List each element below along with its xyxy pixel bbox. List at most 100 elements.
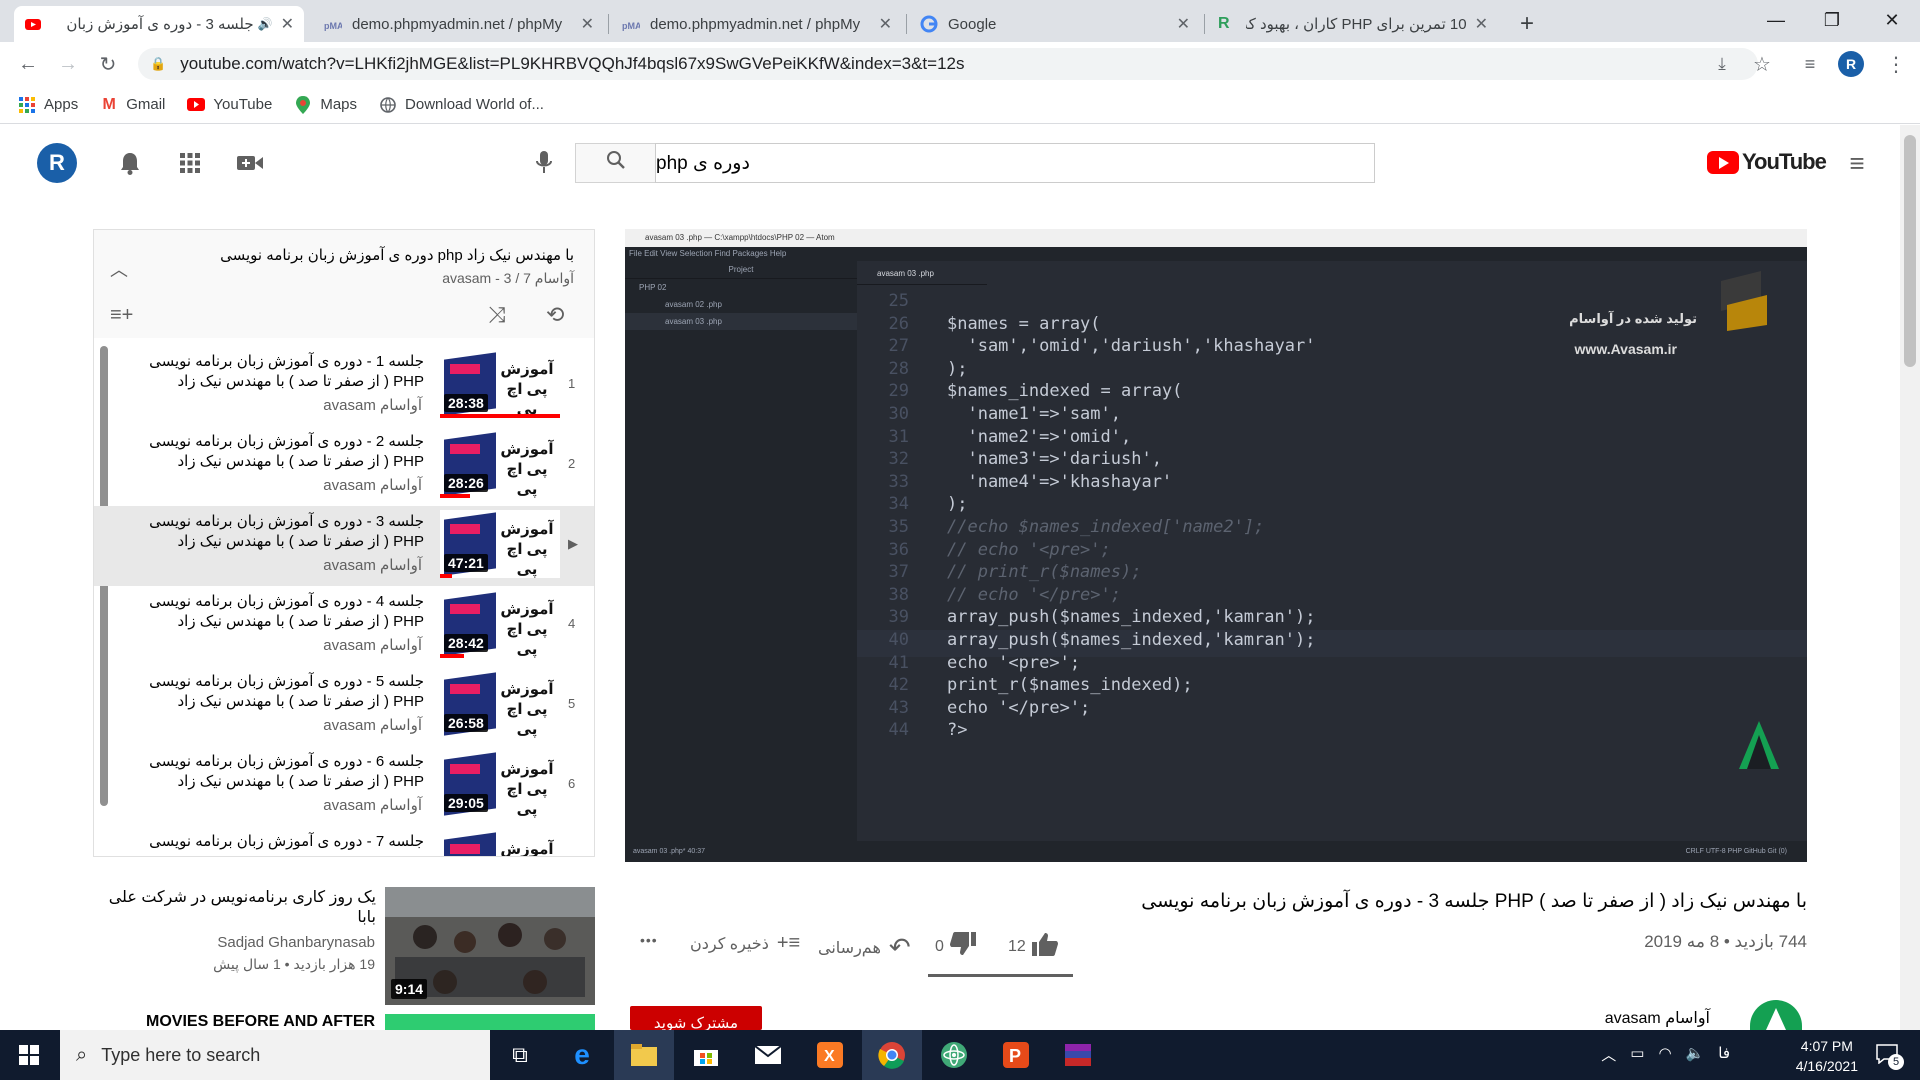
- windows-start-icon[interactable]: [0, 1030, 58, 1080]
- apps-grid-icon[interactable]: [174, 147, 206, 179]
- bookmark-download-world[interactable]: Download World of...: [379, 96, 544, 114]
- task-view-icon[interactable]: ⧉: [490, 1030, 550, 1080]
- playlist-thumbnail[interactable]: آموزش: [440, 830, 560, 856]
- thumbnail-text: آموزش پی اچ پی: [500, 361, 554, 418]
- playlist-item[interactable]: 7 آموزش جلسه 7 - دوره ی آموزش زبان برنامه …: [94, 826, 594, 857]
- install-app-icon[interactable]: ⤓: [1708, 50, 1736, 78]
- recommendation-title[interactable]: MOVIES BEFORE AND AFTER: [146, 1013, 375, 1031]
- share-button[interactable]: ↶ هم‌رسانی: [818, 932, 911, 963]
- line-text: // print_r($names);: [947, 562, 1142, 583]
- battery-icon[interactable]: ▭: [1630, 1044, 1644, 1065]
- atom-editor-icon[interactable]: [924, 1030, 984, 1080]
- playlist-item[interactable]: ▶ آموزش پی اچ پی 47:21 جلسه 3 - دوره ی آموز…: [94, 506, 594, 586]
- playlist-item[interactable]: 6 آموزش پی اچ پی 29:05 جلسه 6 - دوره ی آموز…: [94, 746, 594, 826]
- playlist-item[interactable]: 2 آموزش پی اچ پی 28:26 جلسه 2 - دوره ی آموز…: [94, 426, 594, 506]
- playlist-thumbnail[interactable]: آموزش پی اچ پی 28:42: [440, 590, 560, 658]
- page-scrollbar[interactable]: [1900, 125, 1920, 1030]
- bookmark-gmail[interactable]: M Gmail: [100, 96, 166, 114]
- close-tab-icon[interactable]: ✕: [1177, 14, 1190, 34]
- playlist-item-index: 2: [568, 456, 576, 471]
- save-playlist-icon: ≡+: [776, 932, 801, 954]
- playlist-thumbnail[interactable]: آموزش پی اچ پی 26:58: [440, 670, 560, 738]
- notifications-icon[interactable]: 5: [1876, 1044, 1904, 1070]
- taskbar-clock[interactable]: 4:07 PM 4/16/2021: [1796, 1036, 1858, 1076]
- video-player[interactable]: avasam 03 .php — C:\xampp\htdocs\PHP 02 …: [625, 229, 1807, 862]
- recommendation-title[interactable]: یک روز کاری برنامه‌نویس در شرکت علی بابا: [100, 888, 376, 928]
- line-text: 'name4'=>'khashayar': [947, 471, 1173, 492]
- playlist-thumbnail[interactable]: آموزش پی اچ پی 28:26: [440, 430, 560, 498]
- avatar[interactable]: R: [37, 143, 77, 183]
- recommendation-channel[interactable]: Sadjad Ghanbarynasab: [217, 934, 375, 951]
- playlist-item-channel: آواسام avasam: [323, 637, 422, 654]
- new-tab-button[interactable]: +: [1510, 6, 1550, 42]
- edge-icon[interactable]: e: [552, 1030, 612, 1080]
- microsoft-store-icon[interactable]: [676, 1030, 736, 1080]
- more-actions-button[interactable]: •••: [640, 932, 658, 948]
- winrar-icon[interactable]: [1048, 1030, 1108, 1080]
- browser-tab-phpmyadmin-1[interactable]: pMA demo.phpmyadmin.net / phpMy ✕: [314, 6, 604, 42]
- language-indicator[interactable]: فا: [1718, 1044, 1730, 1065]
- close-tab-icon[interactable]: ✕: [1475, 14, 1488, 34]
- shuffle-icon[interactable]: ⤨: [488, 302, 506, 328]
- profile-avatar[interactable]: R: [1838, 51, 1864, 77]
- file-explorer-icon[interactable]: [614, 1030, 674, 1080]
- playlist-thumbnail[interactable]: آموزش پی اچ پی 29:05: [440, 750, 560, 818]
- channel-name[interactable]: آواسام avasam: [1605, 1008, 1710, 1028]
- like-button[interactable]: 12: [1008, 932, 1058, 961]
- close-tab-icon[interactable]: ✕: [581, 14, 594, 34]
- bookmark-youtube[interactable]: YouTube: [187, 96, 272, 114]
- browser-tab-youtube[interactable]: جلسه 3 - دوره ی آموزش زبان 🔊 ✕: [14, 6, 304, 42]
- chevron-up-icon[interactable]: ︿: [1601, 1044, 1616, 1065]
- mail-icon[interactable]: [738, 1030, 798, 1080]
- minimize-icon[interactable]: —: [1748, 0, 1804, 40]
- phpstorm-icon[interactable]: P: [986, 1030, 1046, 1080]
- microphone-icon[interactable]: [528, 147, 560, 179]
- create-video-icon[interactable]: [234, 147, 266, 179]
- browser-tab-phpmyadmin-2[interactable]: pMA demo.phpmyadmin.net / phpMy ✕: [612, 6, 902, 42]
- bookmark-maps[interactable]: Maps: [294, 95, 357, 114]
- forward-icon[interactable]: →: [54, 50, 82, 78]
- youtube-icon: [187, 96, 206, 114]
- back-icon[interactable]: ←: [14, 50, 42, 78]
- chrome-icon[interactable]: [862, 1030, 922, 1080]
- bookmark-apps[interactable]: Apps: [18, 96, 78, 114]
- close-tab-icon[interactable]: ✕: [281, 14, 294, 34]
- browser-tab-google[interactable]: Google ✕: [910, 6, 1200, 42]
- subscribe-button[interactable]: مشترک شوید: [630, 1006, 762, 1032]
- dislike-button[interactable]: 0: [935, 932, 976, 961]
- save-button[interactable]: ≡+ ذخیره کردن: [690, 932, 800, 955]
- search-input[interactable]: دوره ی php: [655, 143, 1375, 183]
- chrome-menu-icon[interactable]: ⋮: [1882, 50, 1910, 78]
- bookmark-star-icon[interactable]: ☆: [1748, 50, 1776, 78]
- xampp-icon[interactable]: X: [800, 1030, 860, 1080]
- scrollbar-thumb[interactable]: [1904, 135, 1916, 367]
- playlist-thumbnail[interactable]: آموزش پی اچ پی 47:21: [440, 510, 560, 578]
- volume-icon[interactable]: 🔈: [1686, 1044, 1705, 1065]
- close-window-icon[interactable]: ✕: [1864, 0, 1920, 40]
- hamburger-menu-icon[interactable]: ≡: [1841, 147, 1873, 179]
- search-button[interactable]: [575, 143, 656, 183]
- address-bar[interactable]: 🔒 youtube.com/watch?v=LHKfi2jhMGE&list=P…: [138, 48, 1758, 80]
- media-control-icon[interactable]: ≡: [1796, 50, 1824, 78]
- loop-icon[interactable]: ⟲: [546, 302, 564, 328]
- recommendation-thumbnail[interactable]: 9:14: [385, 887, 595, 1005]
- close-tab-icon[interactable]: ✕: [879, 14, 892, 34]
- browser-tab-php-tips[interactable]: R 10 تمرین برای PHP کاران ، بهبود کد ✕: [1208, 6, 1498, 42]
- notifications-bell-icon[interactable]: [114, 147, 146, 179]
- taskbar-search[interactable]: ⌕ Type here to search: [60, 1030, 490, 1080]
- video-frame-menu: File Edit View Selection Find Packages H…: [625, 247, 1807, 261]
- speaker-icon[interactable]: 🔊: [258, 17, 273, 31]
- playlist-subtitle: آواسام avasam - 3 / 7: [442, 270, 574, 286]
- playlist-thumbnail[interactable]: آموزش پی اچ پی 28:38: [440, 350, 560, 418]
- playlist-item[interactable]: 1 آموزش پی اچ پی 28:38 جلسه 1 - دوره ی آموز…: [94, 346, 594, 426]
- wifi-icon[interactable]: ◠: [1658, 1044, 1671, 1065]
- maximize-icon[interactable]: ❐: [1804, 0, 1860, 40]
- youtube-logo[interactable]: YouTube: [1707, 149, 1827, 175]
- reload-icon[interactable]: ↻: [94, 50, 122, 78]
- add-to-queue-icon[interactable]: ≡+: [110, 304, 133, 327]
- collapse-chevron-icon[interactable]: ︿: [110, 256, 128, 282]
- playlist-item-index: 7: [568, 856, 575, 857]
- playlist-item[interactable]: 5 آموزش پی اچ پی 26:58 جلسه 5 - دوره ی آموز…: [94, 666, 594, 746]
- playlist-title[interactable]: با مهندس نیک زاد php دوره ی آموزش زبان ب…: [154, 246, 574, 264]
- playlist-item[interactable]: 4 آموزش پی اچ پی 28:42 جلسه 4 - دوره ی آموز…: [94, 586, 594, 666]
